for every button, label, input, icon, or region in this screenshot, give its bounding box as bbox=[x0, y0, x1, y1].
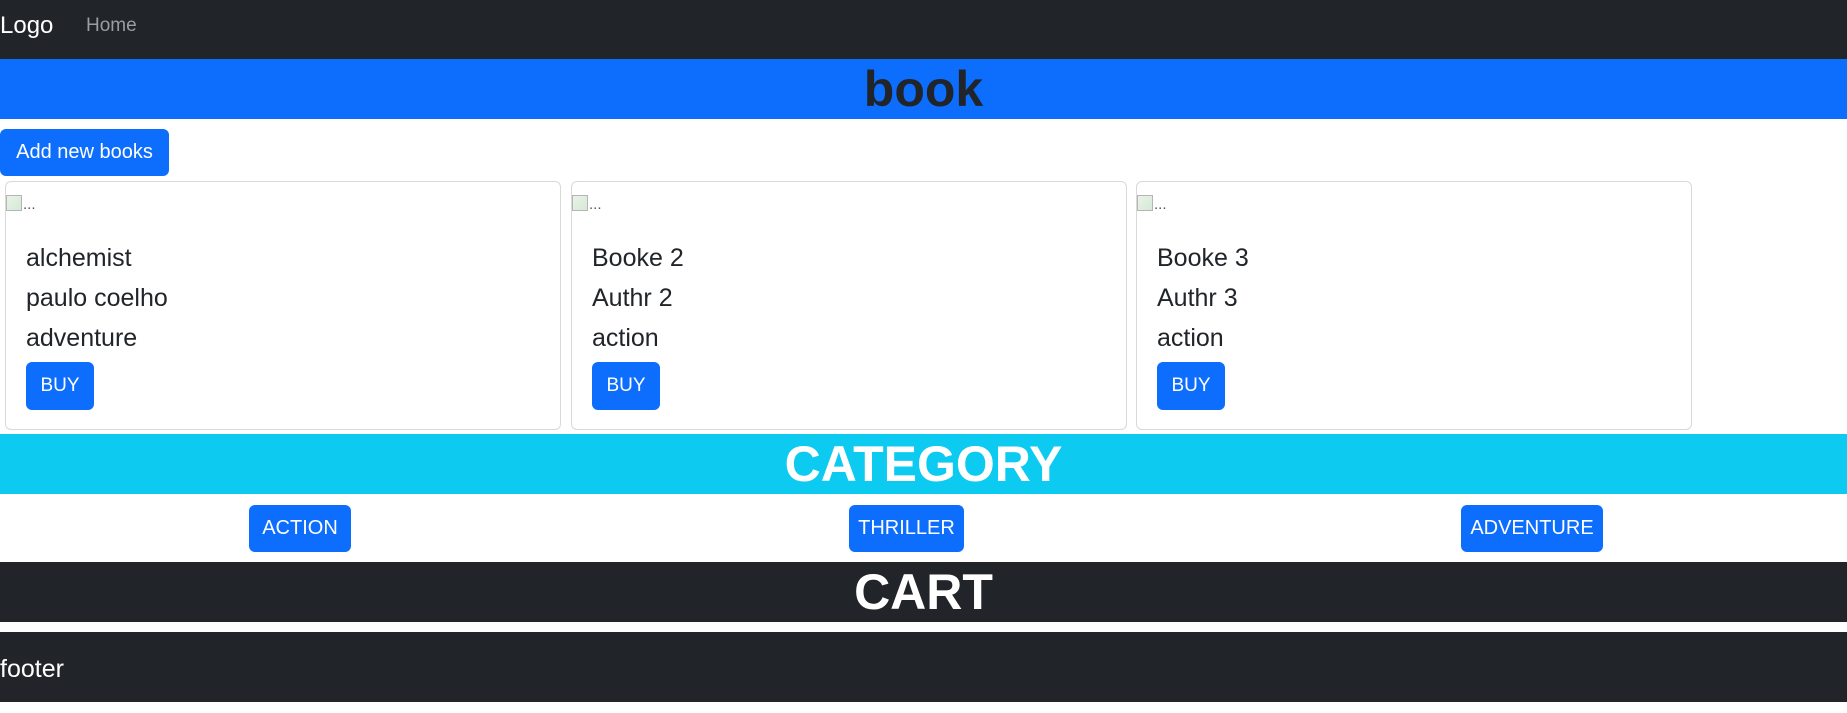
category-thriller-button[interactable]: THRILLER bbox=[849, 505, 964, 552]
book-image: ... bbox=[6, 195, 36, 214]
book-card: ... Booke 2 Authr 2 action BUY bbox=[571, 181, 1127, 430]
page-footer: footer bbox=[0, 632, 1847, 702]
add-new-books-button[interactable]: Add new books bbox=[0, 129, 169, 176]
buy-button[interactable]: BUY bbox=[592, 362, 660, 410]
book-author: Authr 2 bbox=[592, 284, 673, 312]
book-section-header: book bbox=[0, 59, 1847, 119]
book-title: alchemist bbox=[26, 244, 132, 272]
buy-button[interactable]: BUY bbox=[26, 362, 94, 410]
book-genre: action bbox=[592, 324, 659, 352]
category-adventure-button[interactable]: ADVENTURE bbox=[1461, 505, 1603, 552]
book-image: ... bbox=[572, 195, 602, 214]
book-card: ... Booke 3 Authr 3 action BUY bbox=[1136, 181, 1692, 430]
book-image: ... bbox=[1137, 195, 1167, 214]
image-alt-text: ... bbox=[1154, 196, 1167, 213]
book-author: Authr 3 bbox=[1157, 284, 1238, 312]
broken-image-icon bbox=[6, 195, 22, 211]
broken-image-icon bbox=[572, 195, 588, 211]
image-alt-text: ... bbox=[23, 196, 36, 213]
brand-logo[interactable]: Logo bbox=[0, 12, 53, 40]
book-genre: action bbox=[1157, 324, 1224, 352]
book-author: paulo coelho bbox=[26, 284, 168, 312]
cart-section-header: CART bbox=[0, 562, 1847, 622]
buy-button[interactable]: BUY bbox=[1157, 362, 1225, 410]
book-genre: adventure bbox=[26, 324, 138, 352]
category-section-header: CATEGORY bbox=[0, 434, 1847, 494]
footer-text: footer bbox=[0, 655, 64, 683]
broken-image-icon bbox=[1137, 195, 1153, 211]
category-action-button[interactable]: ACTION bbox=[249, 505, 351, 552]
book-card: ... alchemist paulo coelho adventure BUY bbox=[5, 181, 561, 430]
book-title: Booke 3 bbox=[1157, 244, 1249, 272]
nav-link-home[interactable]: Home bbox=[86, 14, 137, 38]
top-navbar: Logo Home bbox=[0, 0, 1847, 59]
image-alt-text: ... bbox=[589, 196, 602, 213]
book-title: Booke 2 bbox=[592, 244, 684, 272]
